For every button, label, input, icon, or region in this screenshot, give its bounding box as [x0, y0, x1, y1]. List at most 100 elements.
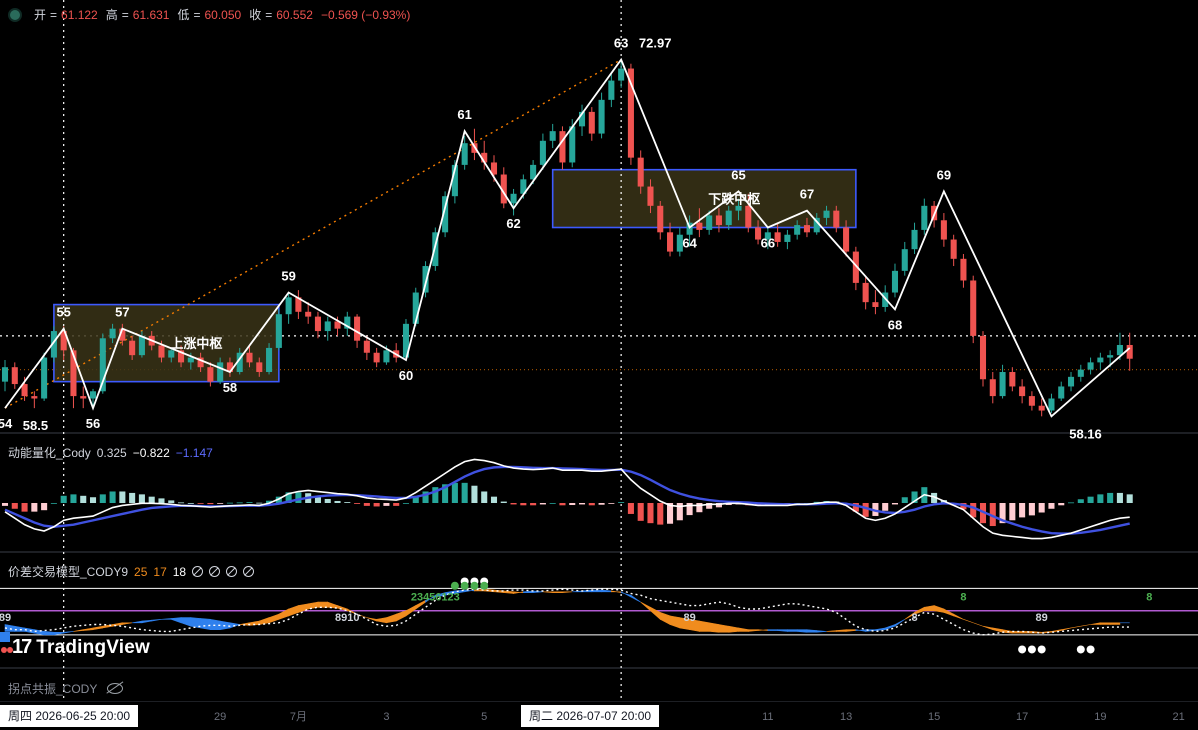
macd-value-1: 0.325: [96, 445, 127, 460]
cody-fill-segment: [161, 618, 172, 620]
pivot-label: 55: [56, 305, 70, 320]
candle-body: [1028, 396, 1035, 406]
eye-off-icon[interactable]: [107, 683, 124, 694]
macd-histogram-bar: [1067, 502, 1075, 504]
chart-canvas[interactable]: 上涨中枢下跌中枢54555657585960616263646566676869…: [0, 0, 1198, 730]
macd-histogram-bar: [471, 485, 478, 503]
pivot-label: 57: [115, 305, 129, 320]
cody-fill-segment: [141, 619, 152, 624]
status-dot-icon[interactable]: [8, 7, 22, 22]
macd-value-2: −0.822: [132, 445, 170, 460]
time-tick-label: 5: [481, 711, 487, 723]
macd-histogram-bar: [891, 503, 899, 505]
panel3-legend[interactable]: 拐点共振_CODY: [8, 680, 124, 697]
macd-histogram-bar: [598, 503, 605, 505]
candle-body: [960, 258, 967, 281]
cody-fill-segment: [63, 631, 74, 634]
macd-histogram-bar: [246, 502, 253, 503]
pivot-label: 63: [614, 36, 628, 51]
candle-body: [373, 352, 380, 363]
pivot-box-label: 上涨中枢: [170, 336, 222, 351]
candle-body: [647, 186, 654, 206]
cody-fill-segment: [845, 629, 857, 632]
pivot-label: 66: [761, 236, 775, 251]
cody-fill-segment: [708, 622, 720, 633]
candle-body: [1048, 398, 1055, 411]
macd-histogram-bar: [539, 503, 546, 505]
macd-histogram-bar: [354, 503, 361, 504]
macd-histogram-bar: [608, 503, 615, 504]
cody-signal-dot: [1037, 645, 1046, 654]
high-label: 高: [105, 8, 118, 22]
macd-histogram-bar: [168, 500, 175, 503]
pivot-label: 60: [399, 368, 413, 383]
cody-legend[interactable]: 价差交易模型_CODY9 25 17 18: [8, 563, 255, 580]
circle-slash-icon[interactable]: [243, 566, 255, 577]
price-note: 58.5: [23, 418, 48, 433]
candle-body: [891, 270, 899, 293]
cody-fill-segment: [699, 620, 710, 632]
cody-fill-segment: [650, 606, 661, 620]
date-stamp-right: 周二 2026-07-07 20:00: [521, 705, 660, 727]
candle-body: [266, 347, 273, 373]
candle-body: [725, 210, 732, 226]
pivot-box-label: 下跌中枢: [708, 192, 760, 207]
pivot-box: [53, 303, 280, 383]
candle-body: [539, 140, 546, 165]
candle-body: [667, 232, 674, 252]
macd-histogram-bar: [178, 502, 185, 504]
macd-histogram-bar: [60, 495, 67, 503]
low-value: 60.050: [204, 7, 242, 22]
open-value: 61.122: [61, 7, 98, 22]
macd-histogram-bar: [510, 503, 517, 505]
macd-histogram-bar: [530, 503, 537, 506]
cody-fill-segment: [973, 622, 984, 627]
macd-histogram-bar: [363, 503, 370, 506]
candle-body: [256, 362, 263, 373]
cody-fill-segment: [757, 629, 769, 631]
macd-histogram-bar: [217, 503, 224, 504]
circle-slash-icon[interactable]: [192, 566, 204, 577]
macd-histogram-bar: [158, 498, 165, 503]
cody-signal-dot: [1086, 645, 1095, 654]
candle-body: [89, 391, 97, 399]
candle-body: [950, 239, 957, 259]
time-tick-label: 29: [214, 711, 226, 723]
macd-histogram-bar: [207, 503, 214, 505]
cody-fill-segment: [34, 629, 45, 636]
circle-slash-icon[interactable]: [209, 566, 221, 577]
macd-histogram-bar: [559, 503, 566, 506]
cody-fill-segment: [982, 625, 994, 631]
cody-annotation: 89: [0, 612, 11, 624]
cody-fill-segment: [210, 618, 221, 630]
macd-histogram-bar: [1126, 494, 1133, 503]
circle-slash-icon[interactable]: [226, 566, 238, 577]
pivot-label: 64: [682, 236, 697, 251]
candle-body: [784, 234, 791, 242]
cody-fill-segment: [806, 629, 818, 633]
cody-fill-segment: [875, 627, 886, 631]
cody-fill-segment: [835, 629, 847, 632]
time-tick-label: 13: [840, 711, 852, 723]
cody-fill-segment: [1080, 624, 1091, 627]
candle-body: [1067, 376, 1075, 387]
macd-histogram-bar: [1048, 503, 1055, 509]
macd-histogram-bar: [70, 494, 77, 503]
candle-body: [383, 350, 390, 363]
cody-fill-segment: [884, 624, 896, 631]
cody-signal-dot: [480, 581, 489, 590]
macd-legend[interactable]: 动能量化_Cody 0.325 −0.822 −1.147: [8, 444, 213, 461]
candle-body: [598, 99, 605, 134]
macd-histogram-bar: [373, 503, 380, 507]
candle-body: [872, 302, 879, 307]
candle-body: [715, 215, 722, 226]
candle-body: [901, 249, 908, 271]
macd-histogram-bar: [197, 503, 204, 504]
cody-fill-segment: [640, 601, 651, 612]
cody-fill-segment: [180, 617, 192, 627]
cody-fill-segment: [1060, 627, 1072, 631]
cody-fill-segment: [718, 624, 730, 633]
candle-body: [862, 282, 869, 303]
pivot-label: 59: [281, 269, 295, 284]
candle-body: [1, 367, 9, 382]
